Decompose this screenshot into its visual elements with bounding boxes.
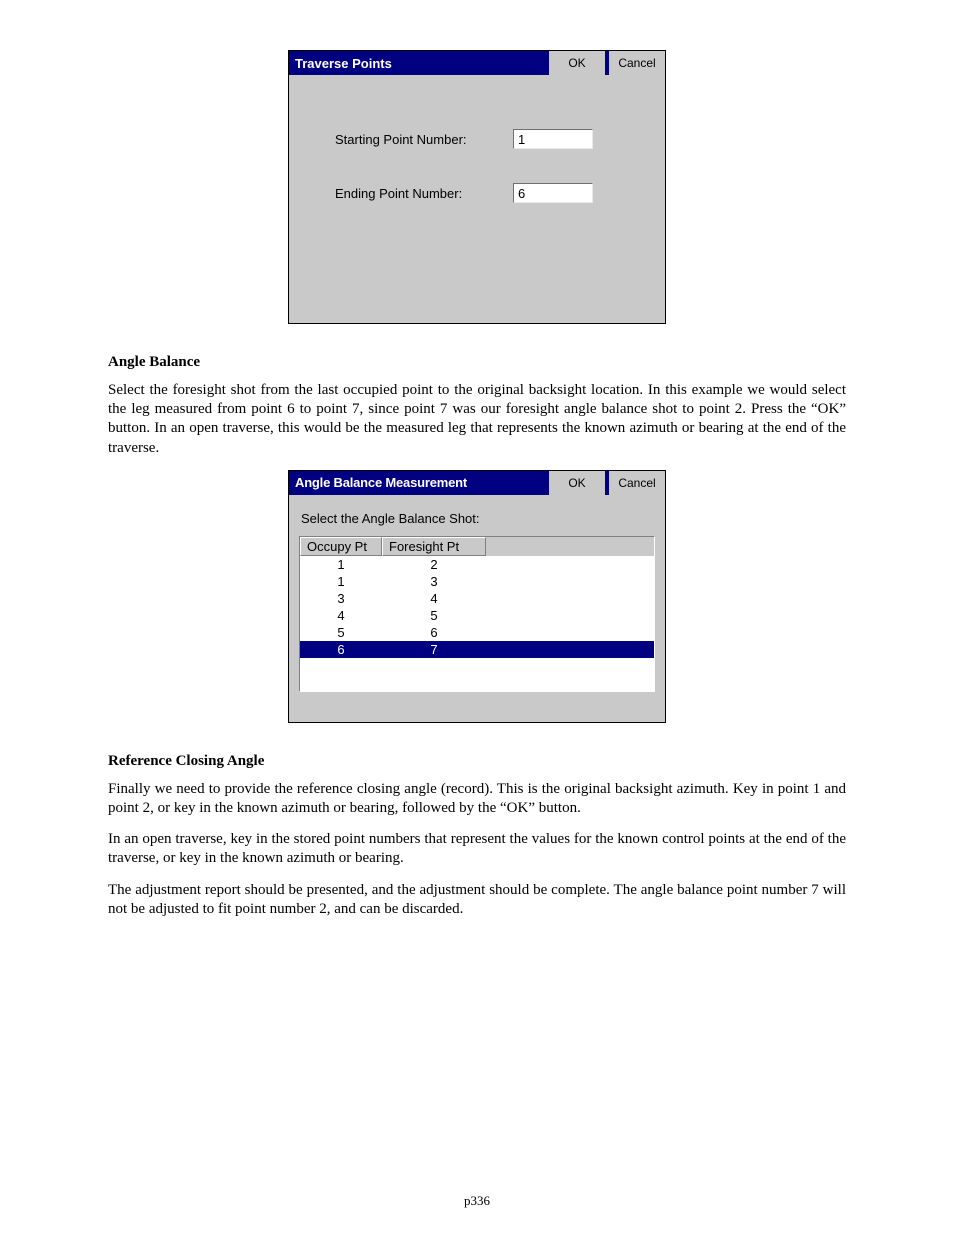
cancel-button[interactable]: Cancel	[607, 471, 665, 495]
starting-point-input[interactable]	[513, 129, 593, 149]
starting-point-label: Starting Point Number:	[335, 132, 513, 147]
angle-balance-paragraph: Select the foresight shot from the last …	[108, 381, 846, 458]
dialog-body: Select the Angle Balance Shot: Occupy Pt…	[289, 495, 665, 722]
foresight-pt-cell: 3	[382, 573, 486, 590]
instruction-text: Select the Angle Balance Shot:	[301, 511, 655, 526]
foresight-pt-cell: 4	[382, 590, 486, 607]
traverse-points-dialog: Traverse Points OK Cancel Starting Point…	[288, 50, 666, 324]
shot-list[interactable]: Occupy Pt Foresight Pt 121334455667	[299, 536, 655, 692]
ok-button[interactable]: OK	[547, 471, 607, 495]
foresight-pt-cell: 2	[382, 556, 486, 573]
occupy-pt-cell: 1	[300, 573, 382, 590]
dialog-title: Traverse Points	[289, 51, 547, 75]
reference-closing-paragraph-3: The adjustment report should be presente…	[108, 881, 846, 919]
foresight-pt-cell: 6	[382, 624, 486, 641]
list-item[interactable]: 67	[300, 641, 654, 658]
ending-point-input[interactable]	[513, 183, 593, 203]
titlebar: Angle Balance Measurement OK Cancel	[289, 471, 665, 495]
occupy-pt-cell: 6	[300, 641, 382, 658]
foresight-pt-cell: 7	[382, 641, 486, 658]
occupy-pt-cell: 4	[300, 607, 382, 624]
reference-closing-angle-heading: Reference Closing Angle	[108, 753, 846, 770]
occupy-pt-column: Occupy Pt	[300, 537, 382, 556]
occupy-pt-cell: 5	[300, 624, 382, 641]
foresight-pt-cell: 5	[382, 607, 486, 624]
cancel-button[interactable]: Cancel	[607, 51, 665, 75]
list-header: Occupy Pt Foresight Pt	[300, 537, 654, 556]
ending-point-label: Ending Point Number:	[335, 186, 513, 201]
dialog-body: Starting Point Number: Ending Point Numb…	[289, 75, 665, 323]
angle-balance-heading: Angle Balance	[108, 354, 846, 371]
occupy-pt-cell: 3	[300, 590, 382, 607]
ok-button[interactable]: OK	[547, 51, 607, 75]
foresight-pt-column: Foresight Pt	[382, 537, 486, 556]
list-item[interactable]: 45	[300, 607, 654, 624]
page-number: p336	[0, 1193, 954, 1209]
dialog-title: Angle Balance Measurement	[289, 471, 547, 495]
list-item[interactable]: 56	[300, 624, 654, 641]
list-item[interactable]: 12	[300, 556, 654, 573]
occupy-pt-cell: 1	[300, 556, 382, 573]
list-item[interactable]: 13	[300, 573, 654, 590]
titlebar: Traverse Points OK Cancel	[289, 51, 665, 75]
angle-balance-measurement-dialog: Angle Balance Measurement OK Cancel Sele…	[288, 470, 666, 723]
reference-closing-paragraph-1: Finally we need to provide the reference…	[108, 780, 846, 818]
reference-closing-paragraph-2: In an open traverse, key in the stored p…	[108, 830, 846, 868]
list-item[interactable]: 34	[300, 590, 654, 607]
